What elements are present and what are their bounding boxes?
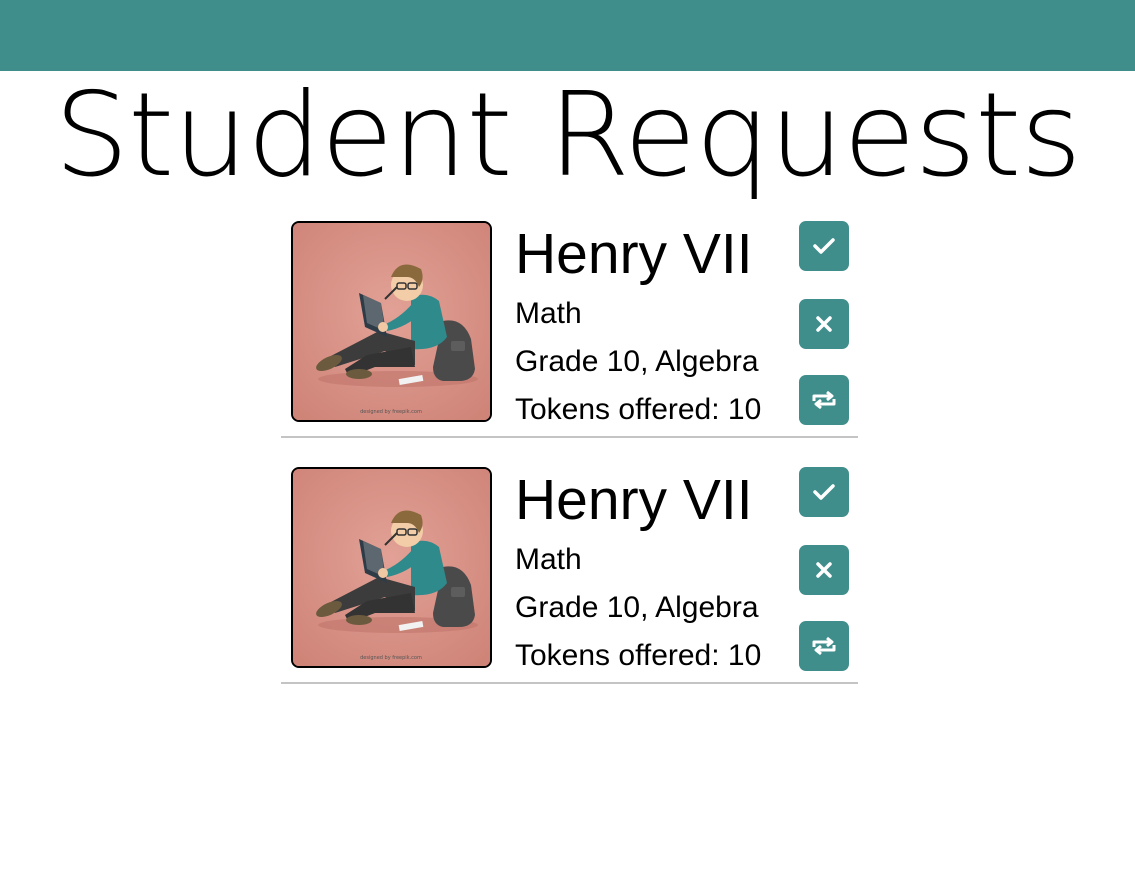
svg-text:designed by freepik.com: designed by freepik.com (360, 655, 422, 661)
subject-label: Math (515, 543, 582, 576)
request-card: designed by freepik.com Henry VII Math G… (281, 467, 858, 684)
close-icon (816, 316, 832, 332)
top-bar (0, 0, 1135, 71)
reject-button[interactable] (799, 545, 849, 595)
reassign-button[interactable] (799, 375, 849, 425)
repeat-icon (812, 636, 836, 656)
student-photo: designed by freepik.com (291, 221, 492, 422)
accept-button[interactable] (799, 221, 849, 271)
student-name: Henry VII (515, 468, 753, 532)
repeat-icon (812, 390, 836, 410)
student-reading-illustration-icon: designed by freepik.com (293, 469, 490, 666)
close-icon (816, 562, 832, 578)
request-card: designed by freepik.com Henry VII Math G… (281, 221, 858, 438)
check-icon (813, 238, 835, 254)
tokens-offered-label: Tokens offered: 10 (515, 393, 762, 426)
reassign-button[interactable] (799, 621, 849, 671)
subject-label: Math (515, 297, 582, 330)
student-photo: designed by freepik.com (291, 467, 492, 668)
page-title: Student Requests (54, 67, 1082, 203)
student-reading-illustration-icon: designed by freepik.com (293, 223, 490, 420)
grade-topic-label: Grade 10, Algebra (515, 345, 759, 378)
tokens-offered-label: Tokens offered: 10 (515, 639, 762, 672)
student-name: Henry VII (515, 222, 753, 286)
svg-text:designed by freepik.com: designed by freepik.com (360, 409, 422, 415)
reject-button[interactable] (799, 299, 849, 349)
check-icon (813, 484, 835, 500)
accept-button[interactable] (799, 467, 849, 517)
grade-topic-label: Grade 10, Algebra (515, 591, 759, 624)
